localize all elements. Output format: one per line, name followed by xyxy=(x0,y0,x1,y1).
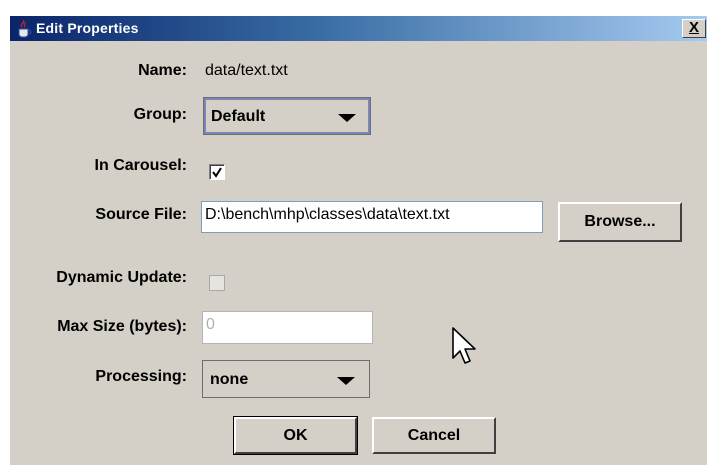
processing-dropdown[interactable]: none xyxy=(202,360,370,398)
dynamic-update-checkbox[interactable] xyxy=(209,275,225,291)
close-icon: X xyxy=(688,19,699,36)
ok-button[interactable]: OK xyxy=(233,416,358,455)
java-cup-icon xyxy=(18,20,32,38)
group-dropdown[interactable]: Default xyxy=(203,97,371,135)
max-size-label: Max Size (bytes): xyxy=(57,318,187,335)
browse-button[interactable]: Browse... xyxy=(558,202,682,242)
cancel-button[interactable]: Cancel xyxy=(372,417,496,454)
chevron-down-icon xyxy=(337,377,355,385)
processing-label: Processing: xyxy=(95,368,187,385)
title-bar[interactable]: Edit Properties X xyxy=(10,16,707,41)
dynamic-update-label: Dynamic Update: xyxy=(56,269,187,286)
carousel-checkbox[interactable] xyxy=(209,164,225,180)
close-button[interactable]: X xyxy=(682,19,706,38)
carousel-label: In Carousel: xyxy=(94,157,187,174)
source-label: Source File: xyxy=(95,206,187,223)
name-label: Name: xyxy=(138,62,187,79)
max-size-input[interactable]: 0 xyxy=(202,311,373,344)
mouse-pointer-icon xyxy=(452,327,476,364)
group-selected-value: Default xyxy=(211,108,266,125)
name-value: data/text.txt xyxy=(205,62,288,79)
window-title: Edit Properties xyxy=(36,20,139,36)
group-label: Group: xyxy=(133,106,187,123)
chevron-down-icon xyxy=(338,114,356,122)
edit-properties-dialog: Edit Properties X Name: data/text.txt Gr… xyxy=(10,16,707,465)
source-file-input[interactable]: D:\bench\mhp\classes\data\text.txt xyxy=(201,201,543,233)
processing-selected-value: none xyxy=(210,371,249,388)
checkmark-icon xyxy=(212,167,222,178)
